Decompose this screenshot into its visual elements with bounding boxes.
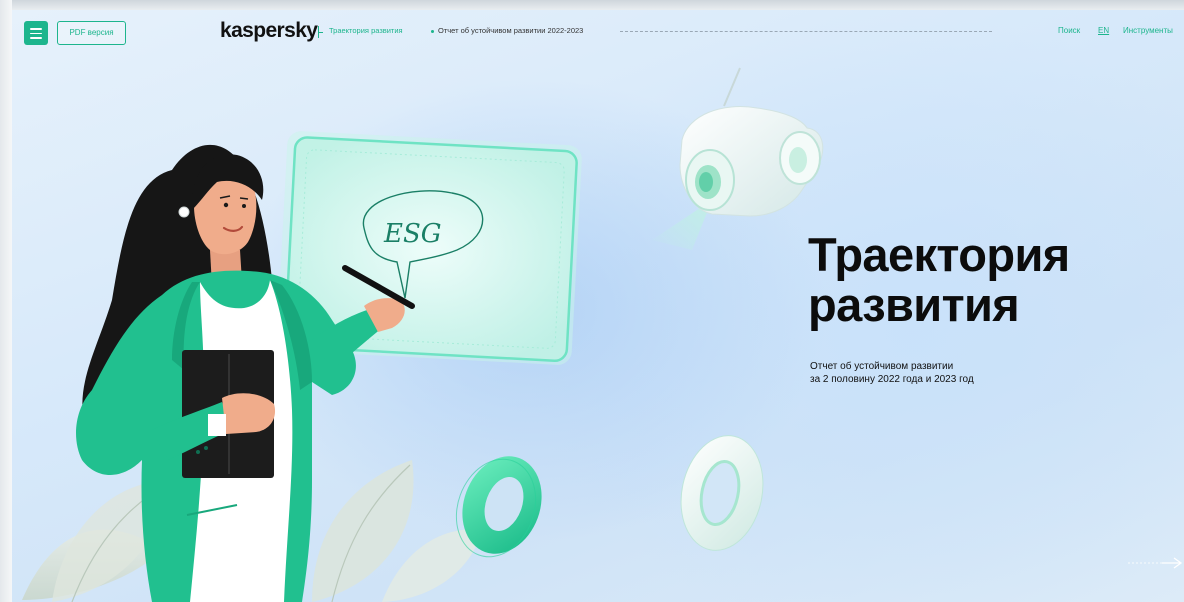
arrow-right-icon[interactable] xyxy=(1128,556,1184,570)
hero-title-line-1: Траектория xyxy=(808,228,1070,281)
hero-subtitle: Отчет об устойчивом развитии за 2 полови… xyxy=(810,360,1110,386)
hero-title-line-2: развития xyxy=(808,277,1020,331)
hamburger-icon[interactable] xyxy=(24,21,48,45)
white-ring xyxy=(680,435,764,551)
camera-device xyxy=(652,67,824,250)
window-frame-top xyxy=(0,0,1184,10)
hero-subtitle-line-2: за 2 половину 2022 года и 2023 год xyxy=(810,374,974,385)
language-switch-link[interactable]: EN xyxy=(1098,26,1109,35)
breadcrumb-document-title: Отчет об устойчивом развитии 2022-2023 xyxy=(438,26,584,35)
window-frame-left xyxy=(0,0,12,602)
breadcrumb-separator xyxy=(318,26,324,38)
pdf-version-button[interactable]: PDF версия xyxy=(57,21,126,45)
hero-subtitle-line-1: Отчет об устойчивом развитии xyxy=(810,361,954,372)
hero-page: ESG PDF версия kaspersky Траектория разв… xyxy=(12,10,1184,602)
hero-title: Траектория развития xyxy=(808,230,1168,330)
search-link[interactable]: Поиск xyxy=(1058,26,1080,35)
board-esg-text: ESG xyxy=(383,219,442,249)
kaspersky-logo[interactable]: kaspersky xyxy=(220,19,318,43)
breadcrumb-current-link[interactable]: Траектория развития xyxy=(329,26,403,35)
top-navbar: PDF версия kaspersky Траектория развития… xyxy=(12,10,1184,56)
breadcrumb-dot xyxy=(431,30,434,33)
breadcrumb-dashed-line xyxy=(620,31,992,32)
tools-menu-link[interactable]: Инструменты xyxy=(1123,26,1173,35)
